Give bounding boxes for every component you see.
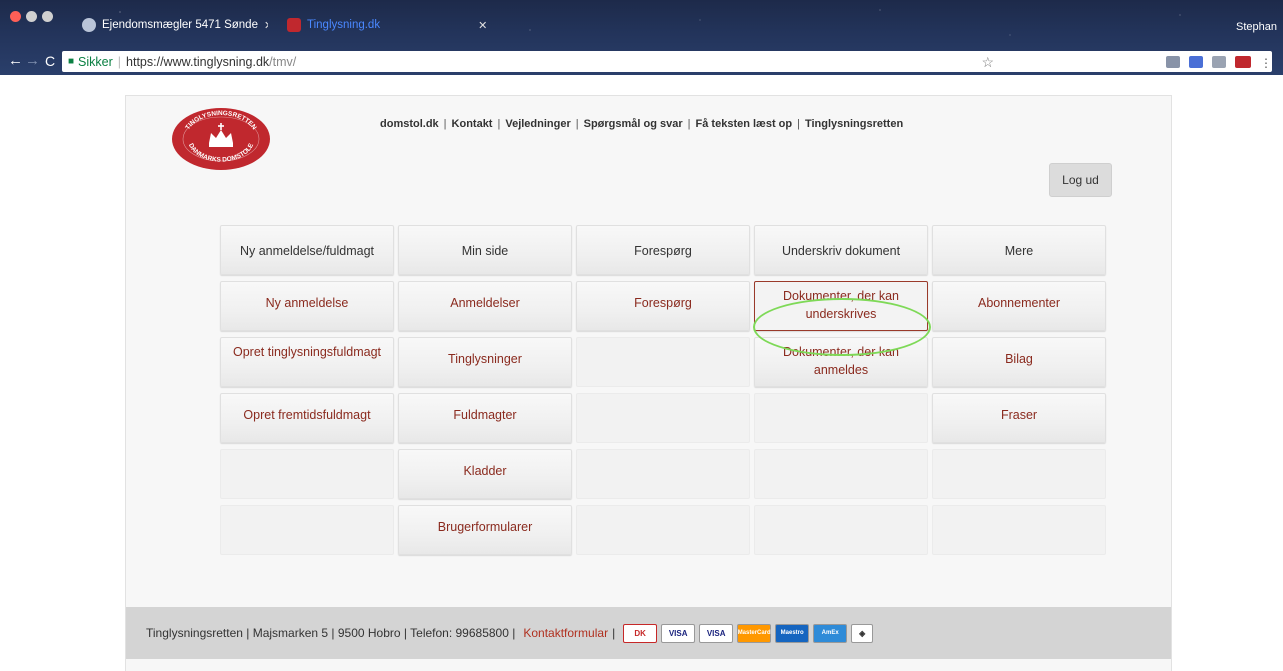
secure-payment-icon: ◈ [851, 623, 874, 643]
nav-separator: | [443, 118, 447, 130]
nav-link-tinglysningsretten[interactable]: Tinglysningsretten [805, 118, 903, 130]
browser-menu-icon[interactable]: ⋮ [1260, 56, 1272, 70]
minimize-window-button[interactable] [26, 11, 37, 22]
profile-name[interactable]: Stephan [1236, 21, 1277, 33]
forward-arrow-icon[interactable]: → [25, 52, 40, 70]
menu-item-opret-fremtidsfuldmagt[interactable]: Opret fremtidsfuldmagt [220, 393, 394, 443]
tab-close-icon[interactable]: ✕ [478, 19, 487, 32]
menu-empty-cell [220, 505, 394, 555]
nav-link-vejledninger[interactable]: Vejledninger [505, 118, 570, 130]
browser-tab-tinglysning[interactable]: Tinglysning.dk ✕ [287, 14, 487, 36]
address-bar[interactable]: ■ Sikker | https://www.tinglysning.dk/tm… [62, 51, 1272, 72]
nav-link-kontakt[interactable]: Kontakt [452, 118, 493, 130]
tab-label: Tinglysning.dk [307, 19, 381, 31]
menu-empty-cell [576, 449, 750, 499]
menu-empty-cell [932, 505, 1106, 555]
back-arrow-icon[interactable]: ← [8, 52, 23, 70]
menu-item-anmeldelser[interactable]: Anmeldelser [398, 281, 572, 331]
menu-item-abonnementer[interactable]: Abonnementer [932, 281, 1106, 331]
menu-header-mere[interactable]: Mere [932, 225, 1106, 275]
menu-header-min-side[interactable]: Min side [398, 225, 572, 275]
extension-icons: ⋮ [1002, 51, 1272, 72]
visa-icon: VISA [661, 623, 696, 643]
dankort-icon: DK [623, 623, 658, 643]
extension-badge-icon[interactable] [1235, 55, 1251, 68]
menu-item-bilag[interactable]: Bilag [932, 337, 1106, 387]
menu-header-underskriv-dokument[interactable]: Underskriv dokument [754, 225, 928, 275]
menu-header-ny-anmeldelse[interactable]: Ny anmeldelse/fuldmagt [220, 225, 394, 275]
mail-icon[interactable] [1212, 55, 1226, 68]
page: TINGLYSNINGSRETTEN DANMARKS DOMSTOLE dom… [0, 75, 1283, 671]
footer: Tinglysningsretten | Majsmarken 5 | 9500… [126, 607, 1171, 659]
menu-item-ny-anmeldelse[interactable]: Ny anmeldelse [220, 281, 394, 331]
close-window-button[interactable] [10, 11, 21, 22]
menu-item-dokumenter-underskrives[interactable]: Dokumenter, der kan underskrives [754, 281, 928, 331]
menu-empty-cell [220, 449, 394, 499]
payment-cards: DK VISA VISA MasterCard Maestro AmEx ◈ [623, 623, 874, 643]
nav-separator: | [575, 118, 579, 130]
url-host: https://www.tinglysning.dk [126, 54, 270, 69]
menu-empty-cell [754, 393, 928, 443]
menu-header-foresporg[interactable]: Forespørg [576, 225, 750, 275]
url-path: /tmv/ [269, 54, 297, 69]
reload-icon[interactable]: C [45, 52, 55, 70]
menu-item-dokumenter-anmeldes[interactable]: Dokumenter, der kan anmeldes [754, 337, 928, 387]
nav-link-laes-op[interactable]: Få teksten læst op [696, 118, 793, 130]
menu-empty-cell [932, 449, 1106, 499]
nav-separator: | [687, 118, 691, 130]
maestro-icon: Maestro [775, 623, 810, 643]
maximize-window-button[interactable] [42, 11, 53, 22]
amex-icon: AmEx [813, 623, 848, 643]
tab-label: Ejendomsmægler 5471 Sønde [102, 19, 258, 31]
nav-link-domstol[interactable]: domstol.dk [380, 118, 439, 130]
bookmark-star-icon[interactable]: ☆ [981, 54, 994, 71]
menu-item-brugerformularer[interactable]: Brugerformularer [398, 505, 572, 555]
menu-item-kladder[interactable]: Kladder [398, 449, 572, 499]
page-bottom [126, 659, 1171, 671]
nav-separator: | [797, 118, 800, 130]
menu-empty-cell [754, 505, 928, 555]
address-separator: | [117, 54, 122, 69]
secure-label: Sikker [78, 54, 113, 69]
menu-empty-cell [576, 393, 750, 443]
main-panel: TINGLYSNINGSRETTEN DANMARKS DOMSTOLE dom… [125, 95, 1172, 671]
menu-item-foresporg[interactable]: Forespørg [576, 281, 750, 331]
browser-tab-ejendomsmaegler[interactable]: Ejendomsmægler 5471 Sønde ✕ [82, 14, 268, 36]
menu-item-opret-tinglysningsfuldmagt[interactable]: Opret tinglysningsfuldmagt [220, 337, 394, 387]
mastercard-icon: MasterCard [737, 623, 772, 643]
menu-empty-cell [576, 337, 750, 387]
top-navigation: domstol.dk | Kontakt | Vejledninger | Spørgsmå… [380, 118, 903, 130]
extension-icon[interactable] [1189, 55, 1203, 68]
menu-item-fuldmagter[interactable]: Fuldmagter [398, 393, 572, 443]
footer-separator: | [612, 626, 616, 640]
menu-empty-cell [576, 505, 750, 555]
footer-address: Tinglysningsretten | Majsmarken 5 | 9500… [146, 626, 516, 640]
nav-separator: | [497, 118, 501, 130]
logout-button[interactable]: Log ud [1049, 163, 1112, 197]
lock-icon: ■ [68, 56, 75, 67]
nav-link-spoergsmaal[interactable]: Spørgsmål og svar [584, 118, 683, 130]
tab-close-icon[interactable]: ✕ [264, 19, 268, 32]
tab-favicon-icon [82, 18, 96, 32]
menu-empty-cell [754, 449, 928, 499]
menu-item-tinglysninger[interactable]: Tinglysninger [398, 337, 572, 387]
browser-toolbar: ← → C ■ Sikker | https://www.tinglysning… [0, 50, 1283, 75]
visa-electron-icon: VISA [699, 623, 734, 643]
menu-item-fraser[interactable]: Fraser [932, 393, 1106, 443]
cast-icon[interactable] [1166, 55, 1180, 68]
tab-favicon-icon [287, 18, 301, 32]
browser-chrome: Ejendomsmægler 5471 Sønde ✕ Tinglysning.… [0, 0, 1283, 75]
danish-courts-logo[interactable]: TINGLYSNINGSRETTEN DANMARKS DOMSTOLE [171, 107, 271, 171]
footer-contact-link[interactable]: Kontaktformular [523, 626, 608, 640]
